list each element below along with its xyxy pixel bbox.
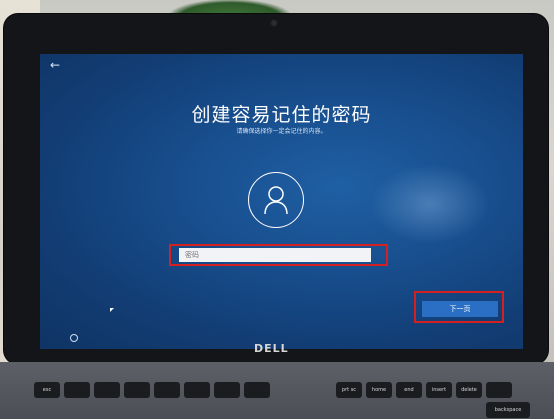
- key-power[interactable]: [486, 382, 512, 398]
- accessibility-icon[interactable]: [70, 334, 78, 342]
- user-icon: [248, 172, 304, 228]
- key-end[interactable]: end: [396, 382, 422, 398]
- page-subtitle: 请确保选择你一定会记住的内容。: [236, 128, 327, 135]
- key-f5[interactable]: [184, 382, 210, 398]
- back-arrow-icon[interactable]: ←: [48, 58, 62, 72]
- password-highlight-box: [169, 244, 388, 266]
- key-insert[interactable]: insert: [426, 382, 452, 398]
- page-title: 创建容易记住的密码: [191, 104, 372, 126]
- key-f3[interactable]: [124, 382, 150, 398]
- dell-logo: DELL: [254, 342, 289, 355]
- key-esc[interactable]: esc: [34, 382, 60, 398]
- key-f1[interactable]: [64, 382, 90, 398]
- screen-glare: [370, 164, 490, 244]
- user-glyph: [264, 186, 288, 215]
- oobe-screen: ← 创建容易记住的密码 请确保选择你一定会记住的内容。 下一页: [40, 54, 523, 349]
- key-f7[interactable]: [244, 382, 270, 398]
- key-delete[interactable]: delete: [456, 382, 482, 398]
- keyboard: esc prt sc home end insert delete backsp…: [0, 362, 554, 419]
- laptop-bezel: ← 创建容易记住的密码 请确保选择你一定会记住的内容。 下一页 DELL: [4, 14, 548, 364]
- key-prtsc[interactable]: prt sc: [336, 382, 362, 398]
- key-backspace[interactable]: backspace: [486, 402, 530, 418]
- key-f6[interactable]: [214, 382, 240, 398]
- key-f2[interactable]: [94, 382, 120, 398]
- mouse-cursor: [110, 308, 114, 312]
- key-f4[interactable]: [154, 382, 180, 398]
- key-home[interactable]: home: [366, 382, 392, 398]
- webcam: [270, 19, 278, 27]
- next-highlight-box: [414, 291, 504, 323]
